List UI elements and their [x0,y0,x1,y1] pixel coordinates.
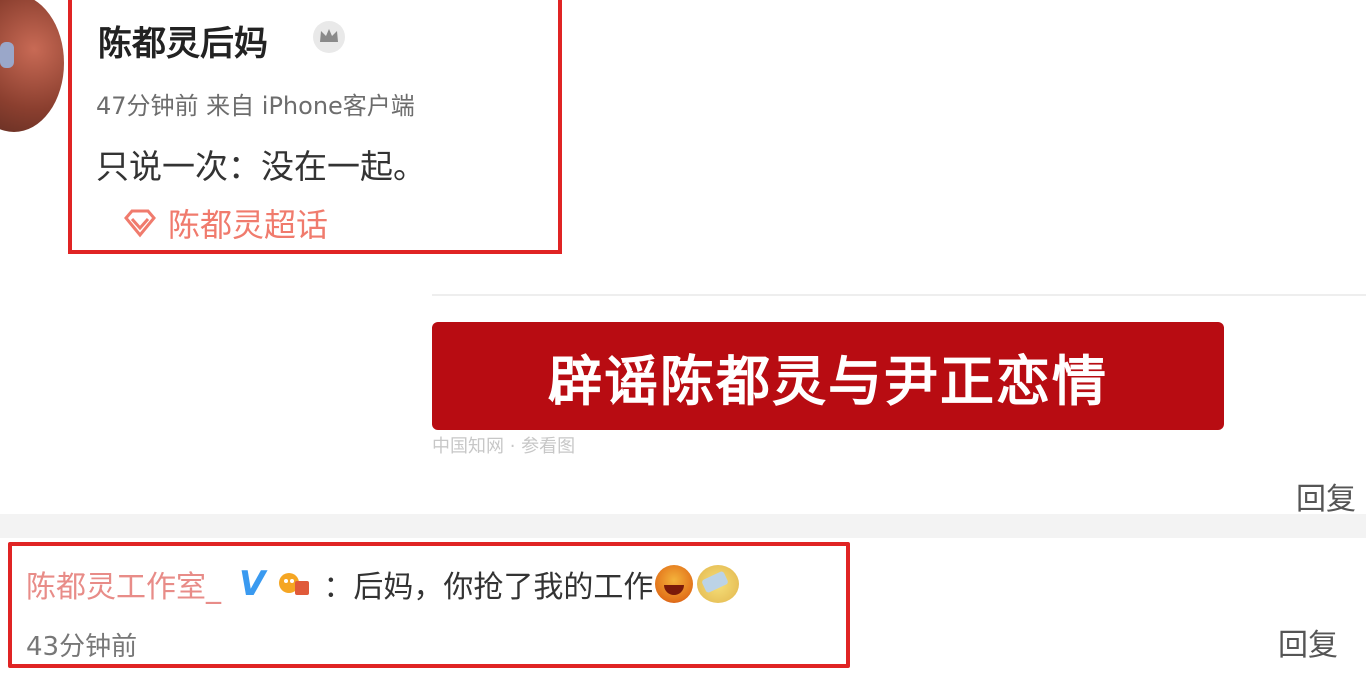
avatar-detail [0,42,14,68]
verified-v-icon: V [239,564,266,604]
avatar[interactable] [0,0,64,132]
comment-row: 陈都灵工作室_ V ：后妈，你抢了我的工作 [26,562,740,606]
laughing-emoji-icon [655,565,694,603]
faded-caption: 中国知网 · 参看图 [432,436,576,457]
comment-username[interactable]: 陈都灵工作室_ [26,562,221,606]
tearful-emoji-icon [697,565,740,603]
post-meta: 47分钟前 来自 iPhone客户端 [96,92,415,120]
post-card: 陈都灵后妈 47分钟前 来自 iPhone客户端 只说一次：没在一起。 陈都灵超… [68,0,562,254]
reply-button[interactable]: 回复 [1278,620,1338,664]
fan-badge-icon [279,573,310,595]
diamond-icon [124,209,156,238]
comment-card: 陈都灵工作室_ V ：后妈，你抢了我的工作 43分钟前 [8,542,850,668]
divider [432,294,1366,296]
section-divider [0,514,1366,538]
comment-time: 43分钟前 [26,632,138,662]
supertopic-link[interactable]: 陈都灵超话 [122,200,328,246]
comment-text: ：后妈，你抢了我的工作 [323,570,654,605]
reply-button[interactable]: 回复 [1296,474,1356,518]
crown-icon [313,21,345,53]
supertopic-label: 陈都灵超话 [168,206,329,244]
headline-banner: 辟谣陈都灵与尹正恋情 [432,322,1224,430]
post-username[interactable]: 陈都灵后妈 [98,16,268,65]
post-text: 只说一次：没在一起。 [96,147,426,186]
headline-text: 辟谣陈都灵与尹正恋情 [548,349,1108,413]
